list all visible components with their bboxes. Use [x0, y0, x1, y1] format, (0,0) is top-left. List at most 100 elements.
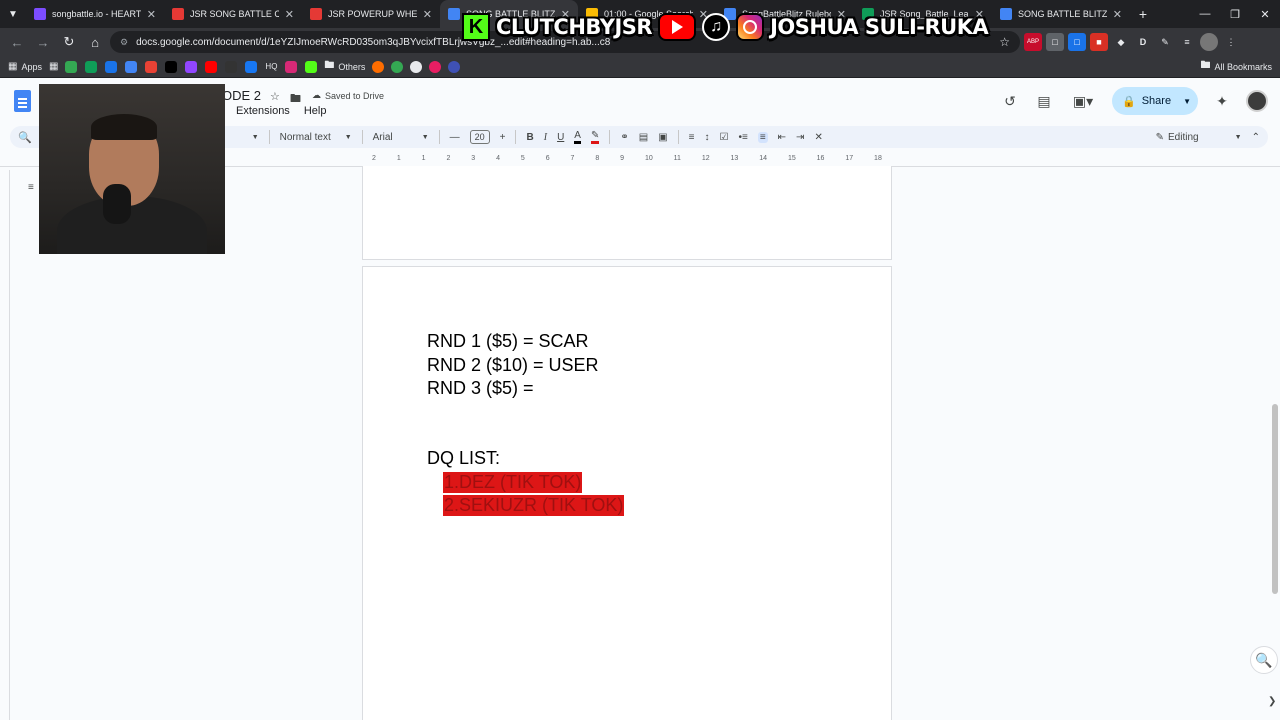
- twitch-bookmark-icon[interactable]: [185, 60, 198, 73]
- menu-icon[interactable]: ⋮: [1222, 33, 1240, 51]
- document-outline-icon[interactable]: ≡: [28, 182, 34, 193]
- dq-heading[interactable]: DQ LIST:: [427, 448, 500, 469]
- clear-formatting-icon[interactable]: ✕: [814, 132, 822, 143]
- home-icon[interactable]: ⌂: [84, 31, 106, 53]
- insert-link-icon[interactable]: ⚭: [620, 132, 628, 143]
- bookmark-icon[interactable]: [448, 60, 461, 73]
- checklist-icon[interactable]: ☑: [720, 132, 729, 143]
- numbered-list-icon[interactable]: ≡: [757, 131, 768, 143]
- bulleted-list-icon[interactable]: •≡: [738, 132, 747, 143]
- site-info-icon[interactable]: ⚙: [120, 37, 128, 48]
- round-line[interactable]: RND 2 ($10) = USER: [427, 355, 599, 376]
- tab-search-icon[interactable]: ▼: [0, 0, 26, 28]
- tab-close-icon[interactable]: ✕: [1113, 8, 1122, 21]
- star-icon[interactable]: ☆: [270, 90, 280, 103]
- decrease-indent-icon[interactable]: ⇤: [778, 132, 786, 143]
- menu-help[interactable]: Help: [304, 105, 327, 117]
- highlight-color-icon[interactable]: ✎: [590, 130, 600, 144]
- decrease-font-size-icon[interactable]: —: [450, 132, 460, 143]
- instagram-bookmark-icon[interactable]: [285, 60, 298, 73]
- browser-tab[interactable]: SONG BATTLE BLITZ COM ✕: [992, 0, 1130, 28]
- all-bookmarks-folder[interactable]: 🖿 All Bookmarks: [1200, 58, 1272, 75]
- document-page-previous[interactable]: [362, 166, 892, 260]
- align-left-icon[interactable]: ≡: [689, 132, 695, 143]
- dq-list-item[interactable]: 2.SEKIUZR (TIK TOK): [443, 495, 625, 516]
- saved-status[interactable]: ☁ Saved to Drive: [312, 90, 384, 101]
- youtube-bookmark-icon[interactable]: [205, 60, 218, 73]
- meet-icon[interactable]: ▣▾: [1068, 91, 1098, 111]
- tiktok-bookmark-icon[interactable]: [165, 60, 178, 73]
- others-folder[interactable]: 🖿 Others: [324, 58, 365, 75]
- expand-side-panel-icon[interactable]: ❯: [1268, 696, 1276, 707]
- docs-bookmark-icon[interactable]: [125, 60, 138, 73]
- apps-bookmark[interactable]: ▦ Apps: [8, 61, 42, 72]
- abp-extension-icon[interactable]: ABP: [1024, 33, 1042, 51]
- drive-bookmark-icon[interactable]: [65, 60, 78, 73]
- docs-logo-icon[interactable]: [14, 90, 31, 112]
- horizontal-ruler[interactable]: 2 1 1 2 3 4 5 6 7 8 9 10 11 12 13 14 15 16 17 18: [362, 155, 892, 166]
- tab-close-icon[interactable]: ✕: [285, 8, 294, 21]
- bookmark-star-icon[interactable]: ☆: [999, 35, 1010, 49]
- meet-bookmark-icon[interactable]: [105, 60, 118, 73]
- close-window-icon[interactable]: ✕: [1250, 0, 1280, 28]
- x-bookmark-icon[interactable]: [225, 60, 238, 73]
- back-icon[interactable]: ←: [6, 31, 28, 53]
- reload-icon[interactable]: ↻: [58, 31, 80, 53]
- bold-icon[interactable]: B: [526, 132, 533, 143]
- paragraph-style-select[interactable]: Normal text ▼: [280, 132, 352, 143]
- bookmark-icon[interactable]: [391, 60, 404, 73]
- underline-icon[interactable]: U: [557, 132, 564, 143]
- browser-tab[interactable]: JSR SONG BATTLE CATEG ✕: [164, 0, 302, 28]
- editing-mode-select[interactable]: ✎ Editing ▼: [1156, 132, 1242, 143]
- hq-bookmark[interactable]: HQ: [265, 62, 277, 71]
- round-line[interactable]: RND 1 ($5) = SCAR: [427, 331, 589, 352]
- forward-icon[interactable]: →: [32, 31, 54, 53]
- dq-list-item[interactable]: 1.DEZ (TIK TOK): [443, 472, 583, 493]
- extension-icon[interactable]: D: [1134, 33, 1152, 51]
- extension-icon[interactable]: □: [1046, 33, 1064, 51]
- grid-icon[interactable]: ▦: [49, 61, 58, 72]
- chevron-down-icon[interactable]: ▼: [252, 134, 259, 141]
- bookmark-icon[interactable]: [410, 60, 423, 73]
- new-tab-button[interactable]: +: [1130, 0, 1156, 28]
- profile-avatar[interactable]: [1200, 33, 1218, 51]
- document-title[interactable]: ODE 2: [222, 88, 261, 103]
- menu-extensions[interactable]: Extensions: [236, 105, 290, 117]
- share-button[interactable]: 🔒 Share ▼: [1112, 87, 1198, 115]
- restore-icon[interactable]: ❐: [1220, 0, 1250, 28]
- tab-close-icon[interactable]: ✕: [423, 8, 432, 21]
- version-history-icon[interactable]: ↺: [1000, 91, 1020, 111]
- comments-icon[interactable]: ▤: [1034, 91, 1054, 111]
- bookmark-icon[interactable]: [372, 60, 385, 73]
- search-menus-icon[interactable]: 🔍: [18, 131, 32, 144]
- bookmark-icon[interactable]: [429, 60, 442, 73]
- vertical-scrollbar[interactable]: [1272, 404, 1278, 594]
- vertical-ruler[interactable]: [2, 170, 10, 720]
- pdf-extension-icon[interactable]: ■: [1090, 33, 1108, 51]
- kick-bookmark-icon[interactable]: [305, 60, 318, 73]
- extension-icon[interactable]: □: [1068, 33, 1086, 51]
- line-spacing-icon[interactable]: ↕: [705, 132, 710, 143]
- font-family-select[interactable]: Arial ▼: [373, 132, 429, 143]
- increase-indent-icon[interactable]: ⇥: [796, 132, 804, 143]
- tab-close-icon[interactable]: ✕: [147, 8, 156, 21]
- insert-image-icon[interactable]: ▣: [658, 132, 667, 143]
- minimize-icon[interactable]: —: [1190, 0, 1220, 28]
- italic-icon[interactable]: I: [544, 132, 547, 143]
- document-page-current[interactable]: RND 1 ($5) = SCAR RND 2 ($10) = USER RND…: [362, 266, 892, 720]
- font-size-input[interactable]: 20: [469, 130, 490, 144]
- browser-tab[interactable]: songbattle.io - HEARTBRE ✕: [26, 0, 164, 28]
- add-comment-icon[interactable]: ▤: [639, 132, 648, 143]
- round-line[interactable]: RND 3 ($5) =: [427, 378, 534, 399]
- browser-tab[interactable]: JSR POWERUP WHEEL ✕: [302, 0, 440, 28]
- gemini-sparkle-icon[interactable]: ✦: [1212, 91, 1232, 111]
- collapse-menus-icon[interactable]: ⌃: [1252, 132, 1260, 143]
- extensions-puzzle-icon[interactable]: ✎: [1156, 33, 1174, 51]
- facebook-bookmark-icon[interactable]: [245, 60, 258, 73]
- chevron-down-icon[interactable]: ▼: [1183, 97, 1191, 106]
- chart-bookmark-icon[interactable]: [145, 60, 158, 73]
- reading-list-icon[interactable]: ≡: [1178, 33, 1196, 51]
- text-color-icon[interactable]: A: [574, 130, 581, 144]
- account-avatar[interactable]: [1246, 90, 1268, 112]
- increase-font-size-icon[interactable]: +: [500, 132, 506, 143]
